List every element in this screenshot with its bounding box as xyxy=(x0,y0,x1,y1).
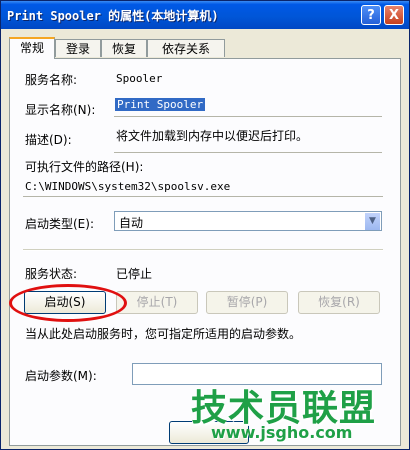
stop-button[interactable]: 停止(T) xyxy=(116,291,198,314)
help-icon: ? xyxy=(367,8,375,23)
service-name-label: 服务名称: xyxy=(25,73,78,87)
startup-type-value: 自动 xyxy=(119,216,144,230)
hint-text: 当从此处启动服务时，您可指定所适用的启动参数。 xyxy=(25,327,302,341)
startup-type-select[interactable]: 自动 ▼ xyxy=(114,211,382,231)
exe-path-value: C:\WINDOWS\system32\spoolsv.exe xyxy=(25,180,231,193)
tab-dependencies[interactable]: 依存关系 xyxy=(147,39,225,57)
close-button[interactable]: X xyxy=(384,5,404,25)
close-icon: X xyxy=(388,8,400,23)
display-name-field[interactable]: Print Spooler xyxy=(114,97,382,117)
service-status-value: 已停止 xyxy=(116,267,153,281)
pause-button[interactable]: 暂停(P) xyxy=(206,291,288,314)
service-status-label: 服务状态: xyxy=(25,267,78,281)
window-title: Print Spooler 的属性(本地计算机) xyxy=(7,9,219,23)
title-bar[interactable]: Print Spooler 的属性(本地计算机) ? X xyxy=(1,1,409,29)
help-button[interactable]: ? xyxy=(361,5,381,25)
properties-window: Print Spooler 的属性(本地计算机) ? X 常规 登录 恢复 依存… xyxy=(0,0,410,450)
exe-path-label: 可执行文件的路径(H): xyxy=(25,160,144,174)
highlight-annotation xyxy=(9,284,127,322)
chevron-down-icon[interactable]: ▼ xyxy=(364,213,380,230)
description-field[interactable]: 将文件加载到内存中以便迟后打印。 xyxy=(114,125,382,153)
description-value: 将文件加载到内存中以便迟后打印。 xyxy=(116,129,309,143)
watermark-url: www.jsgho.com xyxy=(211,423,353,442)
start-params-label: 启动参数(M): xyxy=(25,369,97,383)
divider xyxy=(23,249,383,251)
tab-general[interactable]: 常规 xyxy=(9,37,55,59)
tab-recovery[interactable]: 恢复 xyxy=(101,39,147,57)
startup-type-label: 启动类型(E): xyxy=(25,217,94,231)
watermark: 技术员联盟 www.jsgho.com xyxy=(191,379,403,443)
description-label: 描述(D): xyxy=(25,133,72,147)
display-name-label: 显示名称(N): xyxy=(25,103,96,117)
exe-path-field[interactable]: C:\WINDOWS\system32\spoolsv.exe xyxy=(23,177,383,197)
service-name-value: Spooler xyxy=(116,72,163,85)
display-name-value: Print Spooler xyxy=(115,98,206,111)
tab-logon[interactable]: 登录 xyxy=(55,39,101,57)
resume-button[interactable]: 恢复(R) xyxy=(298,291,380,314)
